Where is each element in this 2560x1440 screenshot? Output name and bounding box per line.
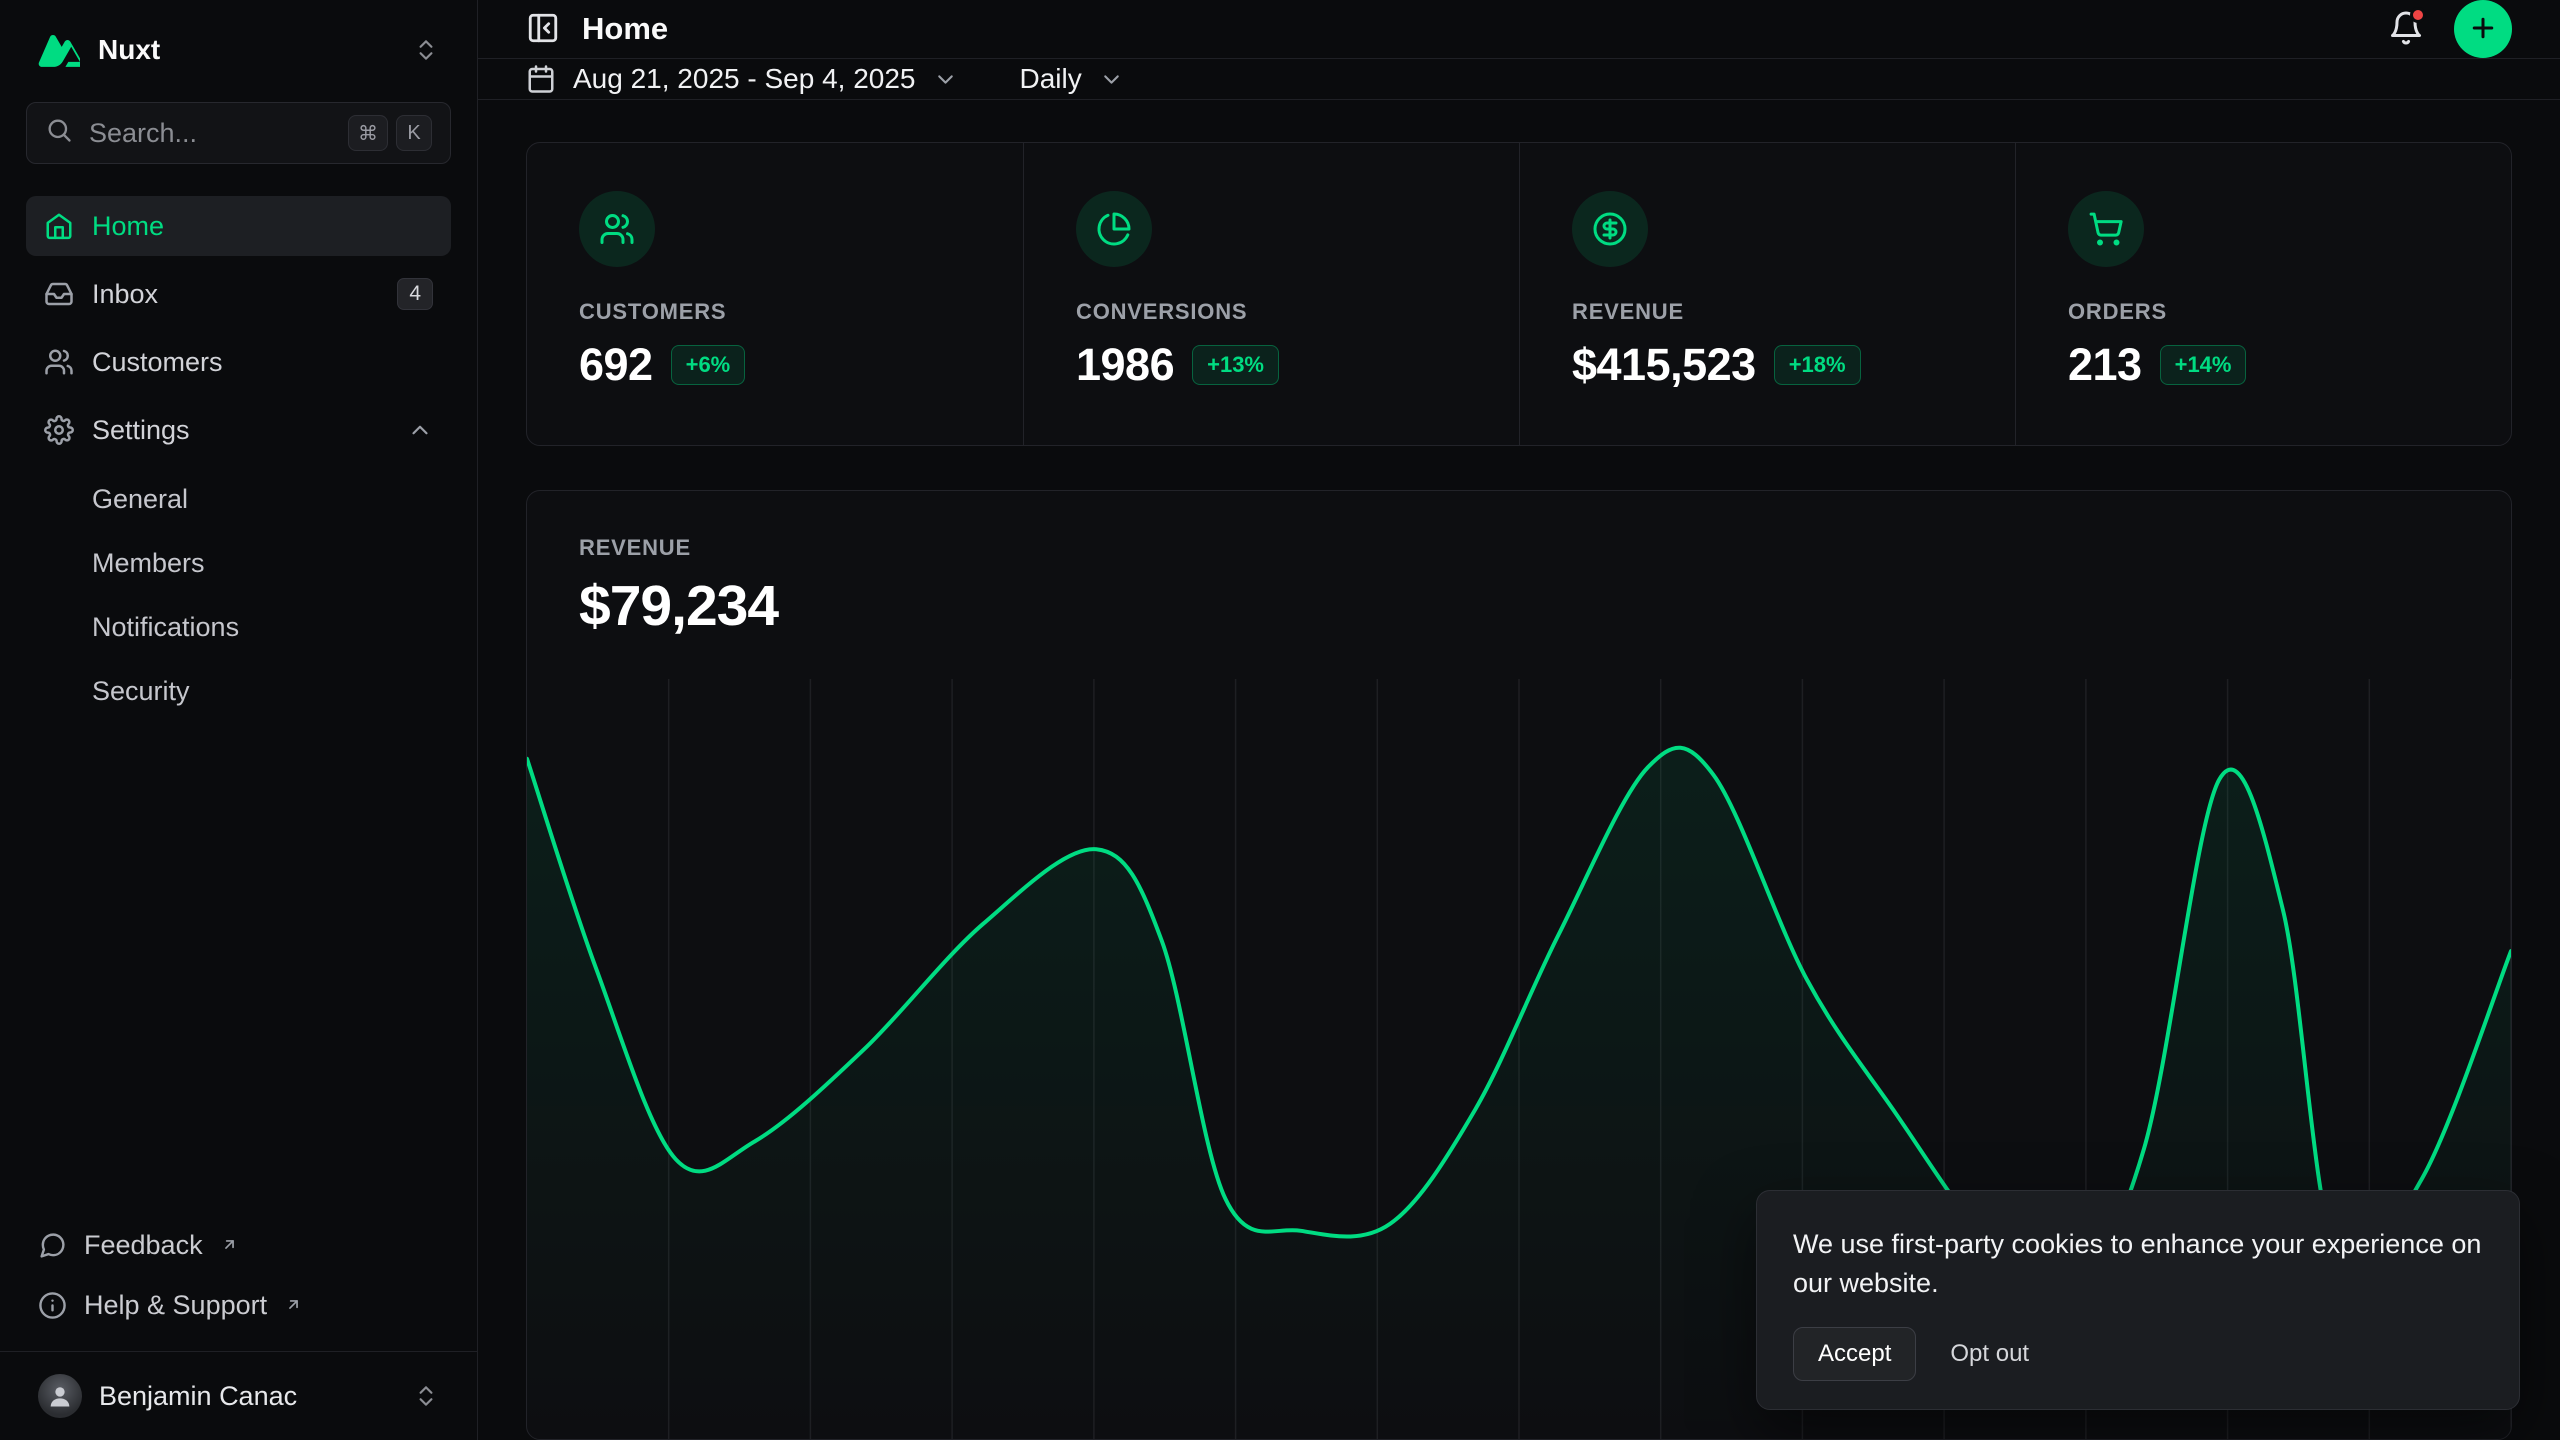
- footer-item-label: Help & Support: [84, 1290, 267, 1321]
- sidebar-nav: Home Inbox 4 Customers Settings: [26, 196, 451, 720]
- toolbar: Aug 21, 2025 - Sep 4, 2025 Daily: [478, 59, 2560, 100]
- footer-item-label: Feedback: [84, 1230, 203, 1261]
- stat-value: 692: [579, 339, 653, 391]
- chevron-down-icon: [933, 67, 958, 92]
- stat-label: CONVERSIONS: [1076, 299, 1467, 325]
- gear-icon: [44, 415, 74, 445]
- external-link-icon: [221, 1229, 238, 1260]
- sidebar-item-label: Home: [92, 211, 164, 242]
- chevron-down-icon: [1099, 67, 1124, 92]
- message-icon: [38, 1231, 67, 1260]
- sidebar-item-help-support[interactable]: Help & Support: [26, 1277, 451, 1333]
- kbd-k-key: K: [396, 115, 432, 151]
- cookie-message: We use first-party cookies to enhance yo…: [1793, 1225, 2483, 1303]
- shopping-cart-icon: [2068, 191, 2144, 267]
- external-link-icon: [285, 1289, 302, 1320]
- workspace-switcher[interactable]: Nuxt: [26, 24, 451, 76]
- info-icon: [38, 1291, 67, 1320]
- stat-label: REVENUE: [1572, 299, 1963, 325]
- sidebar-subitem-members[interactable]: Members: [26, 534, 451, 592]
- stat-card-revenue[interactable]: REVENUE $415,523 +18%: [1519, 143, 2015, 445]
- add-button[interactable]: [2454, 0, 2512, 58]
- stat-delta-badge: +6%: [671, 345, 746, 385]
- sidebar-item-customers[interactable]: Customers: [26, 332, 451, 392]
- sidebar-subitem-security[interactable]: Security: [26, 662, 451, 720]
- sidebar-item-feedback[interactable]: Feedback: [26, 1217, 451, 1273]
- chevron-up-icon: [407, 417, 433, 443]
- sidebar-item-label: Settings: [92, 415, 190, 446]
- accept-button[interactable]: Accept: [1793, 1327, 1916, 1381]
- chevrons-up-down-icon: [413, 1383, 439, 1409]
- users-icon: [579, 191, 655, 267]
- stat-value: 1986: [1076, 339, 1174, 391]
- circle-dollar-icon: [1572, 191, 1648, 267]
- stat-card-conversions[interactable]: CONVERSIONS 1986 +13%: [1023, 143, 1519, 445]
- search-input[interactable]: [89, 118, 332, 149]
- optout-button[interactable]: Opt out: [1930, 1328, 2049, 1380]
- granularity-select[interactable]: Daily: [1020, 63, 1124, 95]
- cookie-banner: We use first-party cookies to enhance yo…: [1756, 1190, 2520, 1410]
- kbd-meta-key: ⌘: [348, 115, 388, 151]
- stat-value: $415,523: [1572, 339, 1756, 391]
- panel-left-icon: [526, 11, 560, 48]
- inbox-icon: [44, 279, 74, 309]
- avatar: [38, 1374, 82, 1418]
- notifications-button[interactable]: [2388, 10, 2424, 49]
- sidebar: Nuxt ⌘ K Home: [0, 0, 478, 1440]
- date-range-picker[interactable]: Aug 21, 2025 - Sep 4, 2025: [526, 63, 958, 95]
- subitem-label: Members: [92, 548, 205, 579]
- notification-dot: [2410, 7, 2426, 23]
- subitem-label: General: [92, 484, 188, 515]
- stat-value: 213: [2068, 339, 2142, 391]
- inbox-count-badge: 4: [397, 278, 433, 310]
- sidebar-subitem-notifications[interactable]: Notifications: [26, 598, 451, 656]
- settings-submenu: General Members Notifications Security: [26, 470, 451, 720]
- calendar-icon: [526, 64, 556, 94]
- home-icon: [44, 211, 74, 241]
- main-header: Home: [478, 0, 2560, 59]
- sidebar-item-label: Customers: [92, 347, 223, 378]
- revenue-label: REVENUE: [579, 535, 2459, 561]
- stats-row: CUSTOMERS 692 +6% CONVERSIONS 1986 +13%: [526, 142, 2512, 446]
- chevrons-up-down-icon: [413, 37, 439, 63]
- stat-label: ORDERS: [2068, 299, 2459, 325]
- sidebar-footer: Feedback Help & Support: [26, 1217, 451, 1345]
- subitem-label: Security: [92, 676, 190, 707]
- plus-icon: [2468, 13, 2498, 46]
- sidebar-item-settings[interactable]: Settings: [26, 400, 451, 460]
- stat-card-orders[interactable]: ORDERS 213 +14%: [2015, 143, 2511, 445]
- user-menu[interactable]: Benjamin Canac: [30, 1368, 447, 1424]
- stat-delta-badge: +18%: [1774, 345, 1861, 385]
- sidebar-toggle-button[interactable]: [526, 11, 560, 48]
- workspace-name: Nuxt: [98, 34, 160, 66]
- search-shortcut: ⌘ K: [348, 115, 432, 151]
- pie-chart-icon: [1076, 191, 1152, 267]
- page-title: Home: [582, 11, 668, 47]
- stat-delta-badge: +13%: [1192, 345, 1279, 385]
- subitem-label: Notifications: [92, 612, 239, 643]
- sidebar-user-section: Benjamin Canac: [0, 1351, 477, 1440]
- sidebar-item-home[interactable]: Home: [26, 196, 451, 256]
- granularity-label: Daily: [1020, 63, 1082, 95]
- user-name: Benjamin Canac: [99, 1381, 297, 1412]
- date-range-label: Aug 21, 2025 - Sep 4, 2025: [573, 63, 916, 95]
- sidebar-item-label: Inbox: [92, 279, 158, 310]
- stat-card-customers[interactable]: CUSTOMERS 692 +6%: [527, 143, 1023, 445]
- revenue-value: $79,234: [579, 573, 2459, 639]
- nuxt-logo-icon: [38, 35, 80, 65]
- sidebar-item-inbox[interactable]: Inbox 4: [26, 264, 451, 324]
- sidebar-subitem-general[interactable]: General: [26, 470, 451, 528]
- search-box[interactable]: ⌘ K: [26, 102, 451, 164]
- search-icon: [45, 116, 73, 151]
- stat-delta-badge: +14%: [2160, 345, 2247, 385]
- stat-label: CUSTOMERS: [579, 299, 971, 325]
- users-icon: [44, 347, 74, 377]
